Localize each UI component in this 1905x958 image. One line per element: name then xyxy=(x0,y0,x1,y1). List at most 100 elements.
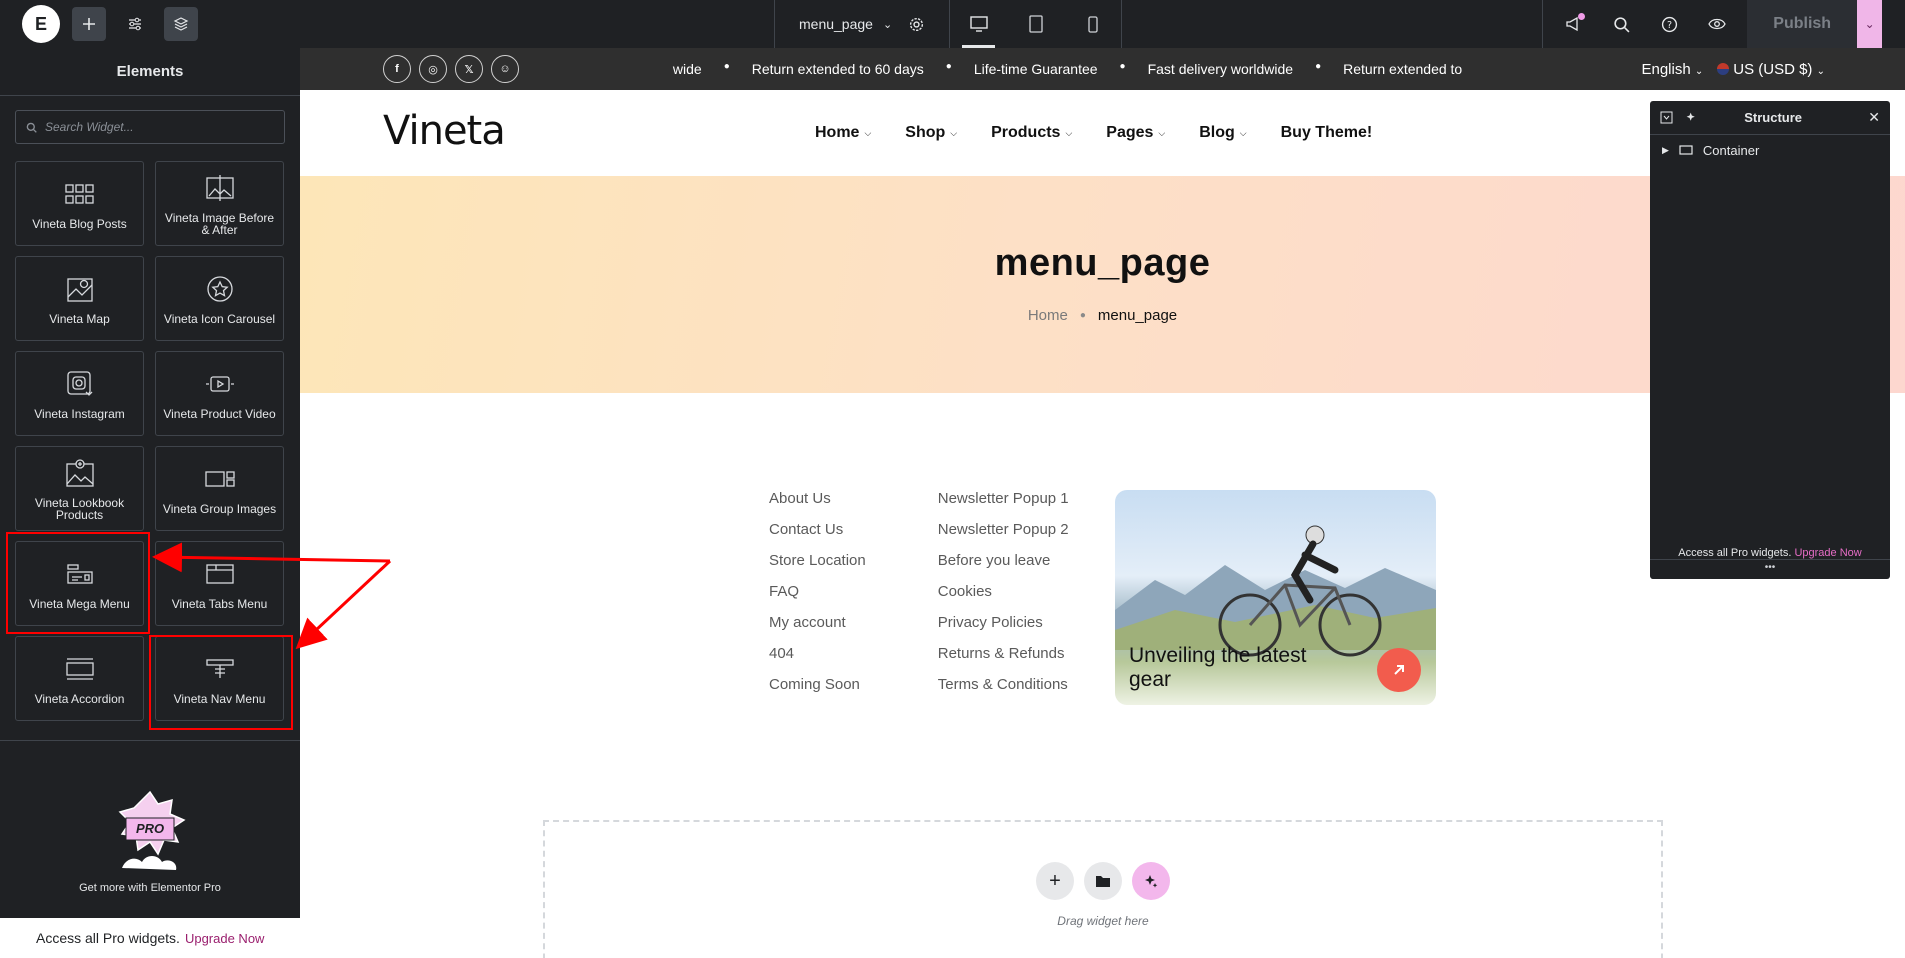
mobile-view-button[interactable] xyxy=(1064,0,1121,48)
menu-link[interactable]: Terms & Conditions xyxy=(938,676,1069,694)
nav-label: Shop xyxy=(905,124,946,141)
publish-button[interactable]: Publish xyxy=(1747,0,1858,48)
announcement-item: Return extended to xyxy=(1343,61,1463,77)
pro-promo-text: Get more with Elementor Pro xyxy=(79,882,221,894)
announcement-bar: f ◎ 𝕏 ☺ ldwide ● Return extended to 60 d… xyxy=(300,48,1905,90)
close-icon[interactable]: ✕ xyxy=(1868,109,1880,126)
structure-button[interactable] xyxy=(164,7,198,41)
cyclist-illustration xyxy=(1218,525,1382,657)
add-element-button[interactable] xyxy=(72,7,106,41)
resize-handle-icon[interactable]: ••• xyxy=(1650,559,1890,579)
lookbook-icon xyxy=(64,457,96,489)
language-selector[interactable]: English ⌄ xyxy=(1641,61,1703,78)
nav-item-buy-theme[interactable]: Buy Theme! xyxy=(1281,124,1373,142)
nav-item-shop[interactable]: Shop ⌵ xyxy=(905,124,957,142)
menu-link[interactable]: Privacy Policies xyxy=(938,614,1069,632)
gear-icon[interactable] xyxy=(908,16,925,33)
page-selector[interactable]: menu_page ⌄ xyxy=(774,0,951,48)
facebook-icon[interactable]: f xyxy=(383,55,411,83)
pro-upsell-text: Access all Pro widgets. xyxy=(36,930,180,946)
widget-label: Vineta Blog Posts xyxy=(32,216,127,231)
menu-link[interactable]: Coming Soon xyxy=(769,676,866,694)
widget-search-input[interactable] xyxy=(45,120,265,134)
x-twitter-icon[interactable]: 𝕏 xyxy=(455,55,483,83)
menu-link[interactable]: Before you leave xyxy=(938,552,1069,570)
currency-selector[interactable]: US (USD $) ⌄ xyxy=(1717,61,1825,78)
widget-drop-zone[interactable]: + Drag widget here xyxy=(543,820,1663,958)
notification-badge xyxy=(1578,13,1586,20)
tablet-view-button[interactable] xyxy=(1007,0,1064,48)
widget-label: Vineta Map xyxy=(49,311,110,326)
arrow-up-right-icon xyxy=(1394,665,1404,675)
menu-link[interactable]: Newsletter Popup 1 xyxy=(938,490,1069,508)
breadcrumb-home[interactable]: Home xyxy=(1028,307,1068,324)
finder-button[interactable] xyxy=(1599,7,1643,41)
site-logo[interactable]: Vineta xyxy=(383,108,506,154)
publish-options-button[interactable]: ⌄ xyxy=(1857,0,1883,48)
whats-new-button[interactable] xyxy=(1551,7,1595,41)
ai-generate-button[interactable] xyxy=(1132,862,1170,900)
menu-link[interactable]: Contact Us xyxy=(769,521,866,539)
topbar-left: E xyxy=(0,0,300,48)
chevron-down-icon: ⌵ xyxy=(864,127,872,138)
tabs-icon xyxy=(204,558,236,590)
desktop-view-button[interactable] xyxy=(950,0,1007,48)
eye-icon xyxy=(1708,18,1726,30)
help-button[interactable]: ? xyxy=(1647,7,1691,41)
device-switcher xyxy=(950,0,1123,48)
drop-zone-label: Drag widget here xyxy=(1057,914,1149,928)
structure-panel: Structure ✕ ▶ Container Access all Pro w… xyxy=(1650,101,1890,579)
widget-blog-posts[interactable]: Vineta Blog Posts xyxy=(15,161,144,246)
menu-link[interactable]: My account xyxy=(769,614,866,632)
widget-accordion[interactable]: Vineta Accordion xyxy=(15,636,144,721)
card-arrow-button[interactable] xyxy=(1377,648,1421,692)
menu-link[interactable]: About Us xyxy=(769,490,866,508)
widget-group-images[interactable]: Vineta Group Images xyxy=(155,446,284,531)
add-section-button[interactable]: + xyxy=(1036,862,1074,900)
elementor-logo-icon[interactable]: E xyxy=(22,5,60,43)
menu-link[interactable]: Newsletter Popup 2 xyxy=(938,521,1069,539)
widget-tabs-menu[interactable]: Vineta Tabs Menu xyxy=(155,541,284,626)
preview-button[interactable] xyxy=(1695,7,1739,41)
editor-topbar: E menu_page ⌄ ? Publish ⌄ xyxy=(0,0,1905,48)
menu-link[interactable]: 404 xyxy=(769,645,866,663)
widget-map[interactable]: Vineta Map xyxy=(15,256,144,341)
nav-item-pages[interactable]: Pages ⌵ xyxy=(1106,124,1165,142)
template-library-button[interactable] xyxy=(1084,862,1122,900)
structure-item-container[interactable]: ▶ Container xyxy=(1650,135,1890,165)
widget-icon-carousel[interactable]: Vineta Icon Carousel xyxy=(155,256,284,341)
nav-item-home[interactable]: Home ⌵ xyxy=(815,124,871,142)
widget-lookbook-products[interactable]: Vineta Lookbook Products xyxy=(15,446,144,531)
widget-image-before-after[interactable]: Vineta Image Before & After xyxy=(155,161,284,246)
upgrade-now-link[interactable]: Upgrade Now xyxy=(1794,547,1861,559)
page-name: menu_page xyxy=(799,16,873,32)
widget-product-video[interactable]: Vineta Product Video xyxy=(155,351,284,436)
promo-image-card[interactable]: Unveiling the latest gear xyxy=(1115,490,1436,705)
instagram-icon[interactable]: ◎ xyxy=(419,55,447,83)
nav-item-products[interactable]: Products ⌵ xyxy=(991,124,1072,142)
widget-label: Vineta Instagram xyxy=(34,406,125,421)
sparkle-icon xyxy=(1145,875,1158,888)
announcement-item: Life-time Guarantee xyxy=(973,61,1098,77)
menu-link[interactable]: Cookies xyxy=(938,583,1069,601)
breadcrumb-separator: ● xyxy=(1079,310,1086,321)
pro-badge-text: PRO xyxy=(136,821,165,836)
menu-link[interactable]: Returns & Refunds xyxy=(938,645,1069,663)
widget-instagram[interactable]: Vineta Instagram xyxy=(15,351,144,436)
upgrade-now-link[interactable]: Upgrade Now xyxy=(185,931,265,946)
nav-item-blog[interactable]: Blog ⌵ xyxy=(1199,124,1246,142)
menu-link[interactable]: Store Location xyxy=(769,552,866,570)
collapse-all-icon[interactable] xyxy=(1660,111,1673,124)
sparkle-icon[interactable] xyxy=(1685,111,1698,124)
announcement-item: Return extended to 60 days xyxy=(751,61,924,77)
widget-label: Vineta Group Images xyxy=(162,501,277,516)
highlight-mega-menu xyxy=(6,532,150,634)
chevron-down-icon: ⌵ xyxy=(1065,127,1073,138)
menu-link[interactable]: FAQ xyxy=(769,583,866,601)
elements-panel: Elements Vineta Blog Posts Vineta Image … xyxy=(0,48,300,958)
drop-zone-actions: + xyxy=(1036,862,1170,900)
snapchat-icon[interactable]: ☺ xyxy=(491,55,519,83)
menu-column-1: About Us Contact Us Store Location FAQ M… xyxy=(769,490,866,694)
chevron-down-icon: ⌄ xyxy=(1864,17,1875,31)
site-settings-button[interactable] xyxy=(118,7,152,41)
